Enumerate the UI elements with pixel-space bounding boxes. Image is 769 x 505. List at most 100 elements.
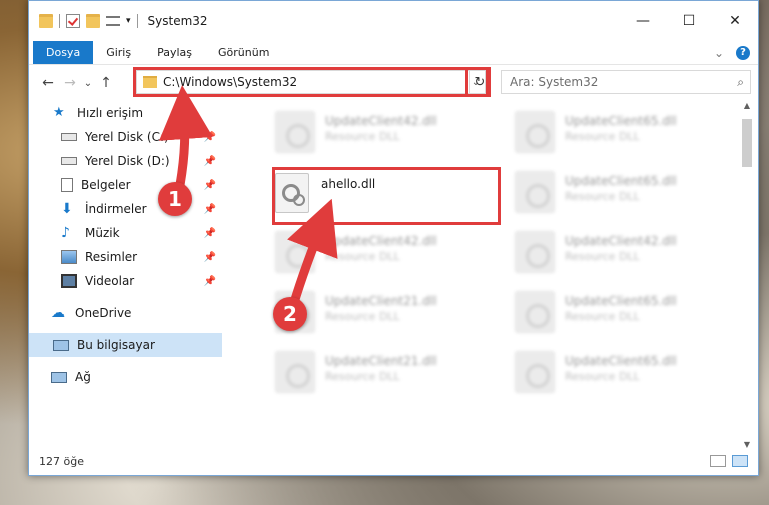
back-button[interactable]: ← — [37, 72, 59, 94]
tab-view[interactable]: Görünüm — [205, 41, 282, 64]
file-name: UpdateClient21.dll — [325, 294, 437, 308]
file-item[interactable]: UpdateClient65.dll Resource DLL — [515, 171, 735, 223]
qa-dropdown-icon[interactable]: ▾ — [126, 16, 131, 26]
dll-file-icon — [275, 111, 315, 153]
divider — [136, 14, 138, 28]
pin-icon[interactable]: 📌 — [204, 228, 216, 239]
scroll-thumb[interactable] — [742, 119, 752, 167]
tab-home[interactable]: Giriş — [93, 41, 144, 64]
file-item[interactable]: UpdateClient65.dll Resource DLL — [515, 111, 735, 163]
file-item[interactable]: UpdateClient21.dll Resource DLL — [275, 351, 495, 403]
drive-icon — [61, 157, 77, 165]
status-bar: 127 öğe — [29, 447, 758, 475]
file-type: Resource DLL — [565, 190, 640, 203]
properties-icon[interactable] — [66, 14, 80, 28]
computer-icon — [53, 339, 69, 351]
sidebar-item-downloads[interactable]: ⬇ İndirmeler 📌 — [29, 197, 222, 221]
sidebar-item-label: Resimler — [85, 250, 138, 264]
file-name: UpdateClient42.dll — [325, 234, 437, 248]
sidebar-item-label: Bu bilgisayar — [77, 338, 155, 352]
minimize-button[interactable]: — — [620, 1, 666, 41]
sidebar-item-quick-access[interactable]: ★ Hızlı erişim — [29, 101, 222, 125]
large-icons-view-icon[interactable] — [732, 455, 748, 467]
sidebar-item-label: Ağ — [75, 370, 91, 384]
file-name: UpdateClient65.dll — [565, 354, 677, 368]
file-type: Resource DLL — [325, 130, 400, 143]
document-icon — [61, 178, 73, 192]
sidebar-item-label: Videolar — [85, 274, 135, 288]
scroll-up-icon[interactable]: ▲ — [740, 101, 754, 110]
cloud-icon: ☁ — [51, 305, 65, 321]
file-item[interactable]: UpdateClient42.dll Resource DLL — [275, 111, 495, 163]
file-name: UpdateClient42.dll — [325, 114, 437, 128]
file-list: UpdateClient42.dll Resource DLL UpdateCli… — [247, 101, 738, 449]
sidebar-item-videos[interactable]: Videolar 📌 — [29, 269, 222, 293]
up-button[interactable]: ↑ — [95, 72, 117, 94]
chevron-down-icon[interactable]: ⌄ — [714, 46, 724, 60]
recent-locations-button[interactable]: ⌄ — [81, 72, 95, 94]
dll-file-icon — [515, 291, 555, 333]
pictures-icon — [61, 250, 77, 264]
close-button[interactable]: ✕ — [712, 1, 758, 41]
file-name: UpdateClient65.dll — [565, 294, 677, 308]
file-item[interactable]: UpdateClient65.dll Resource DLL — [515, 291, 735, 343]
refresh-highlight — [465, 67, 491, 97]
file-item[interactable]: UpdateClient42.dll Resource DLL — [275, 231, 495, 283]
video-icon — [61, 274, 77, 288]
vertical-scrollbar[interactable]: ▲ ▼ — [740, 101, 754, 449]
sidebar-item-pictures[interactable]: Resimler 📌 — [29, 245, 222, 269]
forward-button[interactable]: → — [59, 72, 81, 94]
pin-icon[interactable]: 📌 — [204, 204, 216, 215]
sidebar-item-label: OneDrive — [75, 306, 132, 320]
pin-icon[interactable]: 📌 — [204, 132, 216, 143]
new-folder-icon[interactable] — [86, 14, 100, 28]
pin-icon[interactable]: 📌 — [204, 252, 216, 263]
maximize-button[interactable]: ☐ — [666, 1, 712, 41]
file-item[interactable]: UpdateClient42.dll Resource DLL — [515, 231, 735, 283]
sidebar-item-disk-d[interactable]: Yerel Disk (D:) 📌 — [29, 149, 222, 173]
file-type: Resource DLL — [565, 250, 640, 263]
file-item[interactable]: UpdateClient65.dll Resource DLL — [515, 351, 735, 403]
star-icon: ★ — [53, 105, 65, 120]
file-type: Resource DLL — [325, 310, 400, 323]
file-name: UpdateClient42.dll — [565, 234, 677, 248]
sidebar-item-music[interactable]: ♪ Müzik 📌 — [29, 221, 222, 245]
step-badge-2: 2 — [273, 297, 307, 331]
sidebar-item-network[interactable]: Ağ — [29, 365, 222, 389]
help-icon[interactable]: ? — [736, 45, 750, 60]
customize-icon[interactable] — [106, 16, 120, 26]
sidebar-item-label: Belgeler — [81, 178, 131, 192]
file-type: Resource DLL — [565, 310, 640, 323]
search-placeholder: Ara: System32 — [510, 75, 599, 89]
pin-icon[interactable]: 📌 — [204, 156, 216, 167]
network-icon — [51, 371, 67, 383]
tab-share[interactable]: Paylaş — [144, 41, 205, 64]
details-view-icon[interactable] — [710, 455, 726, 467]
step-badge-1: 1 — [158, 182, 192, 216]
pin-icon[interactable]: 📌 — [204, 180, 216, 191]
divider — [59, 14, 60, 28]
view-switcher — [710, 455, 748, 467]
file-name: UpdateClient65.dll — [565, 174, 677, 188]
sidebar-item-onedrive[interactable]: ☁ OneDrive — [29, 301, 222, 325]
download-icon: ⬇ — [61, 201, 73, 217]
music-icon: ♪ — [61, 225, 70, 241]
tab-file[interactable]: Dosya — [33, 41, 94, 64]
sidebar-item-label: Yerel Disk (D:) — [85, 154, 170, 168]
file-name: UpdateClient21.dll — [325, 354, 437, 368]
ribbon-tabs: Dosya Giriş Paylaş Görünüm ⌄ ? — [29, 41, 758, 65]
file-item[interactable]: UpdateClient21.dll Resource DLL — [275, 291, 495, 343]
sidebar-item-label: İndirmeler — [85, 202, 147, 216]
address-highlight — [133, 67, 489, 97]
sidebar-item-label: Müzik — [85, 226, 120, 240]
dll-file-icon — [275, 231, 315, 273]
sidebar-item-documents[interactable]: Belgeler 📌 — [29, 173, 222, 197]
file-type: Resource DLL — [325, 250, 400, 263]
drive-icon — [61, 133, 77, 141]
sidebar-item-this-pc[interactable]: Bu bilgisayar — [29, 333, 222, 357]
ribbon-controls: ⌄ ? — [714, 41, 758, 64]
search-input[interactable]: Ara: System32 ⌕ — [501, 70, 751, 94]
sidebar-item-disk-c[interactable]: Yerel Disk (C:) 📌 — [29, 125, 222, 149]
pin-icon[interactable]: 📌 — [204, 276, 216, 287]
folder-icon[interactable] — [39, 14, 53, 28]
